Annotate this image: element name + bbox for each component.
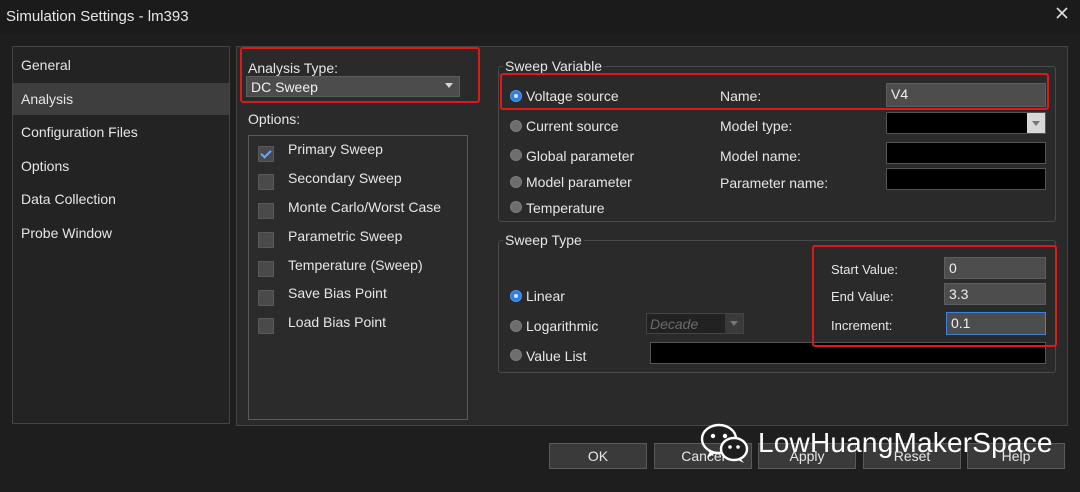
window-title: Simulation Settings - lm393 (6, 8, 189, 25)
global-parameter-label: Global parameter (526, 148, 635, 164)
dropdown-button[interactable] (1027, 113, 1045, 133)
close-icon[interactable] (1054, 5, 1070, 21)
model-name-label: Model name: (720, 148, 801, 164)
logarithmic-label: Logarithmic (526, 318, 599, 334)
save-bias-point-checkbox[interactable] (258, 290, 274, 306)
option-label: Temperature (Sweep) (288, 257, 423, 273)
temperature-sweep-checkbox[interactable] (258, 261, 274, 277)
watermark-text: LowHuangMakerSpace (758, 427, 1053, 458)
option-label: Parametric Sweep (288, 228, 403, 244)
current-source-label: Current source (526, 118, 619, 134)
dropdown-button[interactable] (725, 314, 743, 333)
watermark: LowHuangMakerSpace (700, 422, 1053, 464)
log-scale-value: Decade (650, 316, 699, 332)
sweep-variable-title: Sweep Variable (503, 58, 605, 74)
load-bias-point-checkbox[interactable] (258, 318, 274, 334)
primary-sweep-checkbox[interactable] (258, 146, 274, 162)
current-source-radio[interactable] (510, 120, 522, 132)
option-label: Load Bias Point (288, 314, 387, 330)
option-label: Secondary Sweep (288, 170, 402, 186)
highlight-sweep-range (812, 245, 1057, 347)
settings-nav: General Analysis Configuration Files Opt… (12, 46, 230, 424)
option-label: Save Bias Point (288, 285, 387, 301)
value-list-label: Value List (526, 348, 587, 364)
monte-carlo-checkbox[interactable] (258, 203, 274, 219)
global-parameter-radio[interactable] (510, 149, 522, 161)
option-label: Monte Carlo/Worst Case (288, 199, 442, 215)
temperature-label: Temperature (526, 200, 605, 216)
nav-item-analysis[interactable]: Analysis (13, 83, 229, 115)
model-parameter-label: Model parameter (526, 174, 632, 190)
chevron-down-icon (1032, 121, 1040, 126)
option-label: Primary Sweep (288, 141, 383, 157)
value-list-radio[interactable] (510, 349, 522, 361)
nav-item-probe-window[interactable]: Probe Window (13, 217, 229, 249)
model-name-input[interactable] (886, 142, 1046, 164)
nav-item-configuration-files[interactable]: Configuration Files (13, 116, 229, 148)
logarithmic-radio[interactable] (510, 320, 522, 332)
title-bar: Simulation Settings - lm393 (0, 0, 1080, 34)
log-scale-select[interactable]: Decade (646, 313, 744, 334)
highlight-voltage-source (500, 73, 1049, 110)
model-type-select[interactable] (886, 112, 1046, 134)
model-type-label: Model type: (720, 118, 793, 134)
chevron-down-icon (730, 321, 738, 326)
parametric-sweep-checkbox[interactable] (258, 232, 274, 248)
secondary-sweep-checkbox[interactable] (258, 174, 274, 190)
sweep-type-title: Sweep Type (503, 232, 584, 248)
model-parameter-radio[interactable] (510, 176, 522, 188)
parameter-name-input[interactable] (886, 168, 1046, 190)
nav-item-general[interactable]: General (13, 49, 229, 81)
wechat-icon (700, 423, 749, 463)
linear-label: Linear (526, 288, 565, 304)
highlight-analysis-type (240, 47, 480, 103)
parameter-name-label: Parameter name: (720, 175, 829, 191)
options-list: Primary Sweep Secondary Sweep Monte Carl… (248, 135, 468, 420)
ok-button[interactable]: OK (549, 443, 647, 469)
nav-item-options[interactable]: Options (13, 150, 229, 182)
linear-radio[interactable] (510, 290, 522, 302)
nav-item-data-collection[interactable]: Data Collection (13, 183, 229, 215)
temperature-radio[interactable] (510, 201, 522, 213)
options-label: Options: (248, 111, 301, 127)
